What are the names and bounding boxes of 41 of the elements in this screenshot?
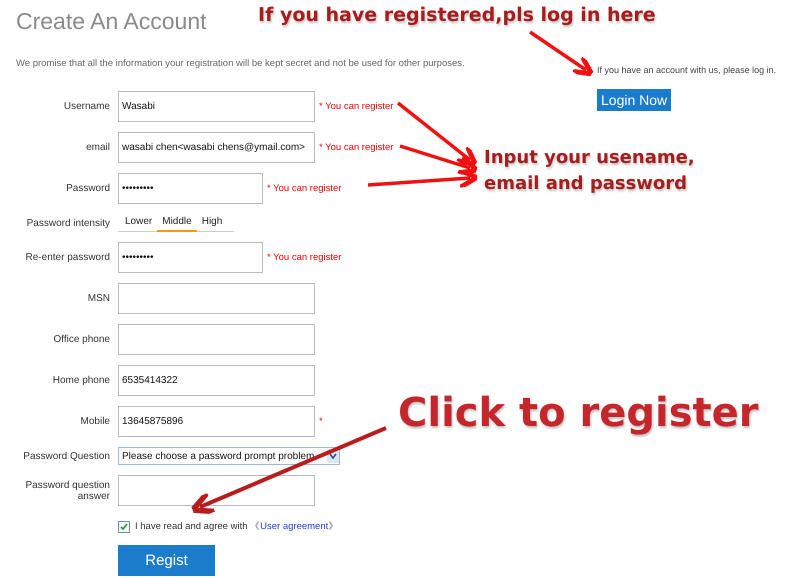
required-hint: * You can register xyxy=(267,252,342,263)
input-field[interactable]: Wasabi xyxy=(118,91,315,122)
field-label: Password question answer xyxy=(24,480,110,502)
login-button[interactable]: Login Now xyxy=(597,89,672,111)
strength-level: Middle xyxy=(157,214,197,232)
field-label: MSN xyxy=(86,293,110,304)
required-hint: * You can register xyxy=(267,183,342,194)
field-label: Password xyxy=(65,183,110,194)
field-label: Office phone xyxy=(52,334,110,345)
input-field[interactable]: 6535414322 xyxy=(118,365,315,396)
annotation-text: If you have registered,pls log in here xyxy=(258,4,656,26)
input-field[interactable]: ••••••••• xyxy=(118,173,263,204)
strength-level: High xyxy=(200,215,224,229)
user-agreement-link[interactable]: User agreement xyxy=(260,521,328,532)
strength-level: Lower xyxy=(124,215,154,229)
agreement-text: I have read and agree with 《User agreement》 xyxy=(135,520,338,533)
annotation-text: Click to register xyxy=(398,390,759,436)
input-field[interactable]: 13645875896 xyxy=(118,406,315,437)
required-hint: * xyxy=(319,416,323,427)
arrow xyxy=(529,30,594,76)
annotation-text: Input your usename, email and password xyxy=(484,146,695,196)
field-label: email xyxy=(85,142,110,153)
question-dropdown[interactable]: Please choose a password prompt problem xyxy=(118,447,340,465)
login-prompt: If you have an account with us, please log in. xyxy=(597,65,776,75)
input-field[interactable] xyxy=(118,475,315,506)
input-field[interactable] xyxy=(118,283,315,314)
field-label: Home phone xyxy=(52,375,110,386)
input-field[interactable] xyxy=(118,324,315,355)
agree-checkbox[interactable] xyxy=(118,520,130,532)
page-title: Create An Account xyxy=(16,7,207,36)
field-label: Username xyxy=(62,101,110,112)
field-label: Re-enter password xyxy=(24,252,110,263)
privacy-notice: We promise that all the information your registration will be kept secret and not be used for other purposes. xyxy=(16,58,465,69)
field-label: Password Question xyxy=(22,450,110,462)
input-field[interactable]: ••••••••• xyxy=(118,242,263,273)
regist-button[interactable]: Regist xyxy=(118,545,215,576)
field-label: Mobile xyxy=(80,416,110,427)
required-hint: * You can register xyxy=(319,142,394,153)
input-field[interactable]: wasabi chen<wasabi chens@ymail.com> xyxy=(118,132,315,163)
required-hint: * You can register xyxy=(319,101,394,112)
field-label: Password intensity xyxy=(26,218,110,228)
